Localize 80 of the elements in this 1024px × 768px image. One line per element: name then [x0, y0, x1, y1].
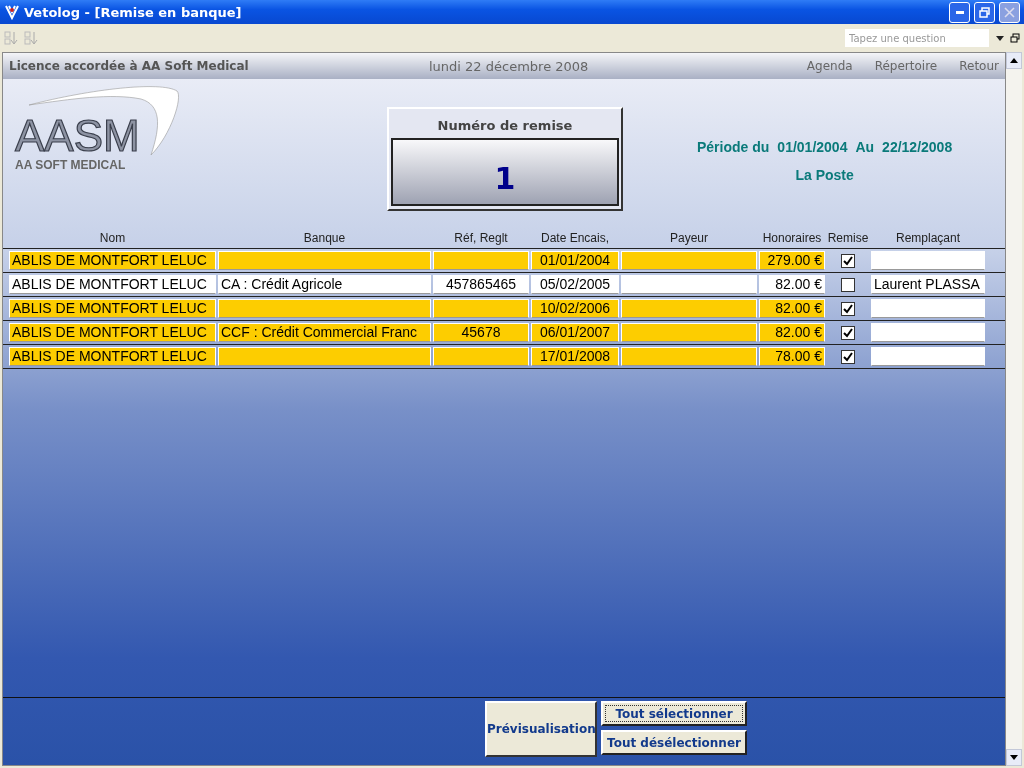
remise-label: Numéro de remise — [437, 118, 573, 133]
table-cell[interactable]: 78.00 € — [759, 347, 825, 366]
column-header: Date Encais, — [539, 231, 610, 247]
table-cell[interactable]: 17/01/2008 — [531, 347, 619, 366]
sort-ascending-icon[interactable] — [4, 30, 18, 46]
table-cell[interactable] — [433, 251, 529, 270]
table-cell[interactable] — [871, 299, 985, 318]
minimize-icon — [955, 10, 964, 14]
table-cell[interactable] — [218, 347, 431, 366]
close-button[interactable] — [999, 1, 1020, 23]
close-icon — [1004, 6, 1015, 18]
period-to: 22/12/2008 — [882, 139, 953, 155]
table-cell[interactable]: Laurent PLASSA — [871, 275, 985, 294]
remise-checkbox[interactable] — [841, 349, 855, 364]
remise-checkbox[interactable] — [841, 301, 855, 316]
table-cell[interactable] — [871, 323, 985, 342]
table-cell[interactable]: 457865465 — [433, 275, 529, 294]
table-cell[interactable]: ABLIS DE MONTFORT LELUC — [9, 323, 216, 342]
table-cell[interactable] — [621, 299, 757, 318]
column-header: Honoraires — [761, 231, 823, 247]
table-cell[interactable]: ABLIS DE MONTFORT LELUC — [9, 251, 216, 270]
table-cell[interactable] — [621, 323, 757, 342]
table-cell[interactable]: CCF : Crédit Commercial Franc — [218, 323, 431, 342]
column-header: Payeur — [669, 231, 709, 247]
table-cell[interactable]: ABLIS DE MONTFORT LELUC — [9, 347, 216, 366]
scroll-down-button[interactable] — [1006, 749, 1022, 766]
nav-link[interactable]: Agenda — [806, 59, 853, 73]
column-header: Banque — [302, 231, 347, 247]
table-cell[interactable]: 06/01/2007 — [531, 323, 619, 342]
table-cell[interactable]: 82.00 € — [759, 323, 825, 342]
period-to-label: Au — [855, 139, 875, 155]
table-cell[interactable] — [621, 251, 757, 270]
period-from: 01/01/2004 — [777, 139, 848, 155]
table-cell[interactable]: 82.00 € — [759, 299, 825, 318]
column-header: Remise — [827, 231, 869, 247]
table-cell[interactable]: ABLIS DE MONTFORT LELUC — [9, 299, 216, 318]
nav-link[interactable]: Répertoire — [874, 59, 938, 73]
current-date: lundi 22 décembre 2008 — [429, 58, 590, 74]
table-cell[interactable] — [433, 347, 529, 366]
scroll-up-button[interactable] — [1006, 52, 1022, 69]
remise-checkbox[interactable] — [841, 277, 855, 292]
up-arrow-icon — [1010, 58, 1018, 63]
column-header: Réf, Reglt — [453, 231, 509, 247]
bank-name: La Poste — [795, 167, 854, 183]
period-label: Période du — [697, 139, 770, 155]
table-cell[interactable] — [433, 299, 529, 318]
license-text: Licence accordée à AA Soft Medical — [9, 59, 250, 73]
table-cell[interactable]: ABLIS DE MONTFORT LELUC — [9, 275, 216, 294]
window-title: Vetolog - [Remise en banque] — [24, 4, 243, 20]
restore-button[interactable] — [974, 1, 995, 23]
table-cell[interactable] — [218, 299, 431, 318]
table-cell[interactable]: 01/01/2004 — [531, 251, 619, 270]
minimize-button[interactable] — [949, 1, 970, 23]
preview-button[interactable]: Prévisualisation — [485, 701, 597, 757]
table-cell[interactable]: 05/02/2005 — [531, 275, 619, 294]
down-arrow-icon — [1010, 755, 1018, 760]
table-cell[interactable] — [871, 251, 985, 270]
select-all-button[interactable]: Tout sélectionner — [601, 701, 747, 726]
remise-checkbox[interactable] — [841, 325, 855, 340]
table-cell[interactable]: 279.00 € — [759, 251, 825, 270]
table-cell[interactable] — [621, 347, 757, 366]
remise-number: 1 — [391, 138, 619, 206]
column-header: Remplaçant — [895, 231, 961, 247]
table-cell[interactable]: 45678 — [433, 323, 529, 342]
table-cell[interactable] — [621, 275, 757, 294]
nav-link[interactable]: Retour — [959, 59, 999, 73]
restore-icon — [979, 6, 990, 18]
remise-checkbox[interactable] — [841, 253, 855, 268]
table-cell[interactable]: 82.00 € — [759, 275, 825, 294]
restore-window-icon[interactable] — [1010, 33, 1020, 43]
question-field[interactable]: Tapez une question — [844, 28, 990, 48]
column-header: Nom — [98, 231, 127, 247]
table-cell[interactable] — [218, 251, 431, 270]
table-cell[interactable]: CA : Crédit Agricole — [218, 275, 431, 294]
deselect-all-button[interactable]: Tout désélectionner — [601, 730, 747, 755]
dropdown-arrow-icon[interactable] — [996, 35, 1004, 41]
table-cell[interactable]: 10/02/2006 — [531, 299, 619, 318]
sort-descending-icon[interactable] — [24, 30, 38, 46]
app-icon — [4, 4, 20, 20]
table-cell[interactable] — [871, 347, 985, 366]
